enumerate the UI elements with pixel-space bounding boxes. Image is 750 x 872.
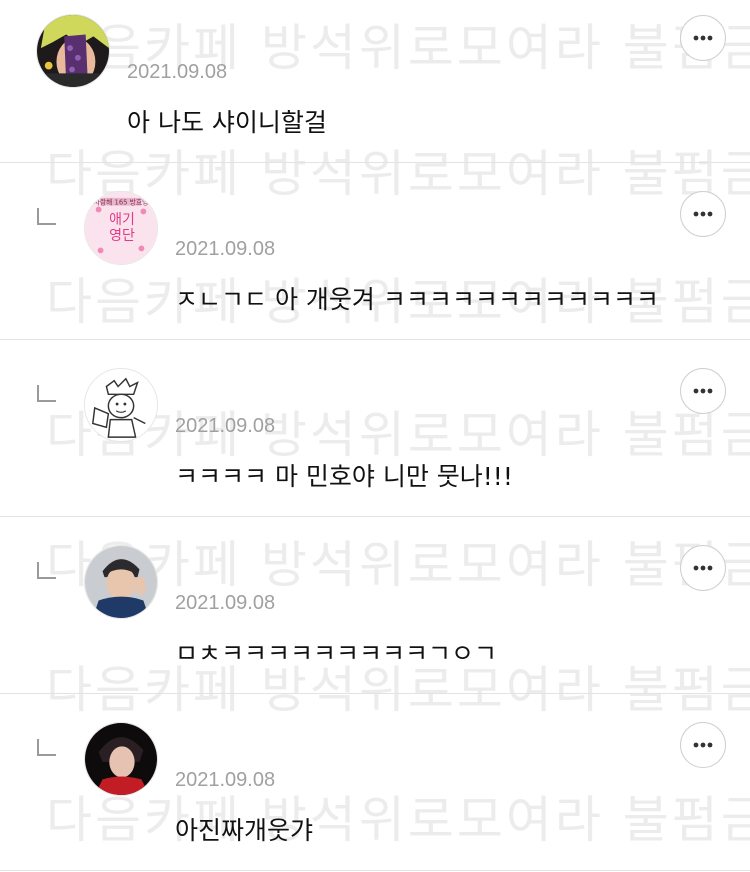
comment-date: 2021.09.08 <box>175 592 276 614</box>
reply-arrow-icon <box>36 207 58 227</box>
comment-date: 2021.09.08 <box>175 415 276 437</box>
reply-item: 2021.09.08 ㅋㅋㅋㅋ 마 민호야 니만 뭇나!!! <box>0 340 750 517</box>
avatar-image <box>85 723 157 795</box>
comment-date: 2021.09.08 <box>175 238 276 260</box>
svg-text:사랑해 165 방효영: 사랑해 165 방효영 <box>94 198 149 207</box>
comment-text: 아진짜개웃갸 <box>175 816 314 845</box>
more-horizontal-icon <box>693 565 713 571</box>
avatar-image <box>85 546 157 618</box>
reply-item: 2021.09.08 ㅁㅊㅋㅋㅋㅋㅋㅋㅋㅋㅋㄱㅇㄱ <box>0 517 750 694</box>
comment-item: 2021.09.08 아 나도 샤이니할걸 <box>0 0 750 163</box>
reply-arrow-icon <box>36 384 58 404</box>
more-options-button[interactable] <box>680 191 726 237</box>
avatar-image <box>85 369 157 441</box>
comment-text: ㅈㄴㄱㄷ 아 개웃겨 ㅋㅋㅋㅋㅋㅋㅋㅋㅋㅋㅋㅋ <box>175 285 659 314</box>
more-horizontal-icon <box>693 742 713 748</box>
avatar-text: 애기 영단 <box>109 212 135 244</box>
reply-item: 사랑해 165 방효영 애기 영단 2021.09.08 ㅈㄴㄱㄷ 아 개웃겨 … <box>0 163 750 340</box>
comment-text: 아 나도 샤이니할걸 <box>127 108 327 137</box>
more-options-button[interactable] <box>680 15 726 61</box>
more-options-button[interactable] <box>680 545 726 591</box>
avatar-image <box>37 15 109 87</box>
reply-arrow-icon <box>36 561 58 581</box>
comment-list: 2021.09.08 아 나도 샤이니할걸 사랑해 165 방효영 애기 영단 <box>0 0 750 871</box>
reply-item: 2021.09.08 아진짜개웃갸 <box>0 694 750 871</box>
avatar[interactable] <box>84 722 158 796</box>
more-options-button[interactable] <box>680 368 726 414</box>
comment-text: ㅋㅋㅋㅋ 마 민호야 니만 뭇나!!! <box>175 462 513 491</box>
reply-arrow-icon <box>36 738 58 758</box>
more-horizontal-icon <box>693 35 713 41</box>
more-horizontal-icon <box>693 211 713 217</box>
comment-text: ㅁㅊㅋㅋㅋㅋㅋㅋㅋㅋㅋㄱㅇㄱ <box>175 639 498 668</box>
more-options-button[interactable] <box>680 722 726 768</box>
avatar[interactable] <box>84 368 158 442</box>
more-horizontal-icon <box>693 388 713 394</box>
comment-date: 2021.09.08 <box>127 61 228 83</box>
avatar[interactable] <box>36 14 110 88</box>
avatar[interactable]: 사랑해 165 방효영 애기 영단 <box>84 191 158 265</box>
comment-date: 2021.09.08 <box>175 769 276 791</box>
avatar[interactable] <box>84 545 158 619</box>
